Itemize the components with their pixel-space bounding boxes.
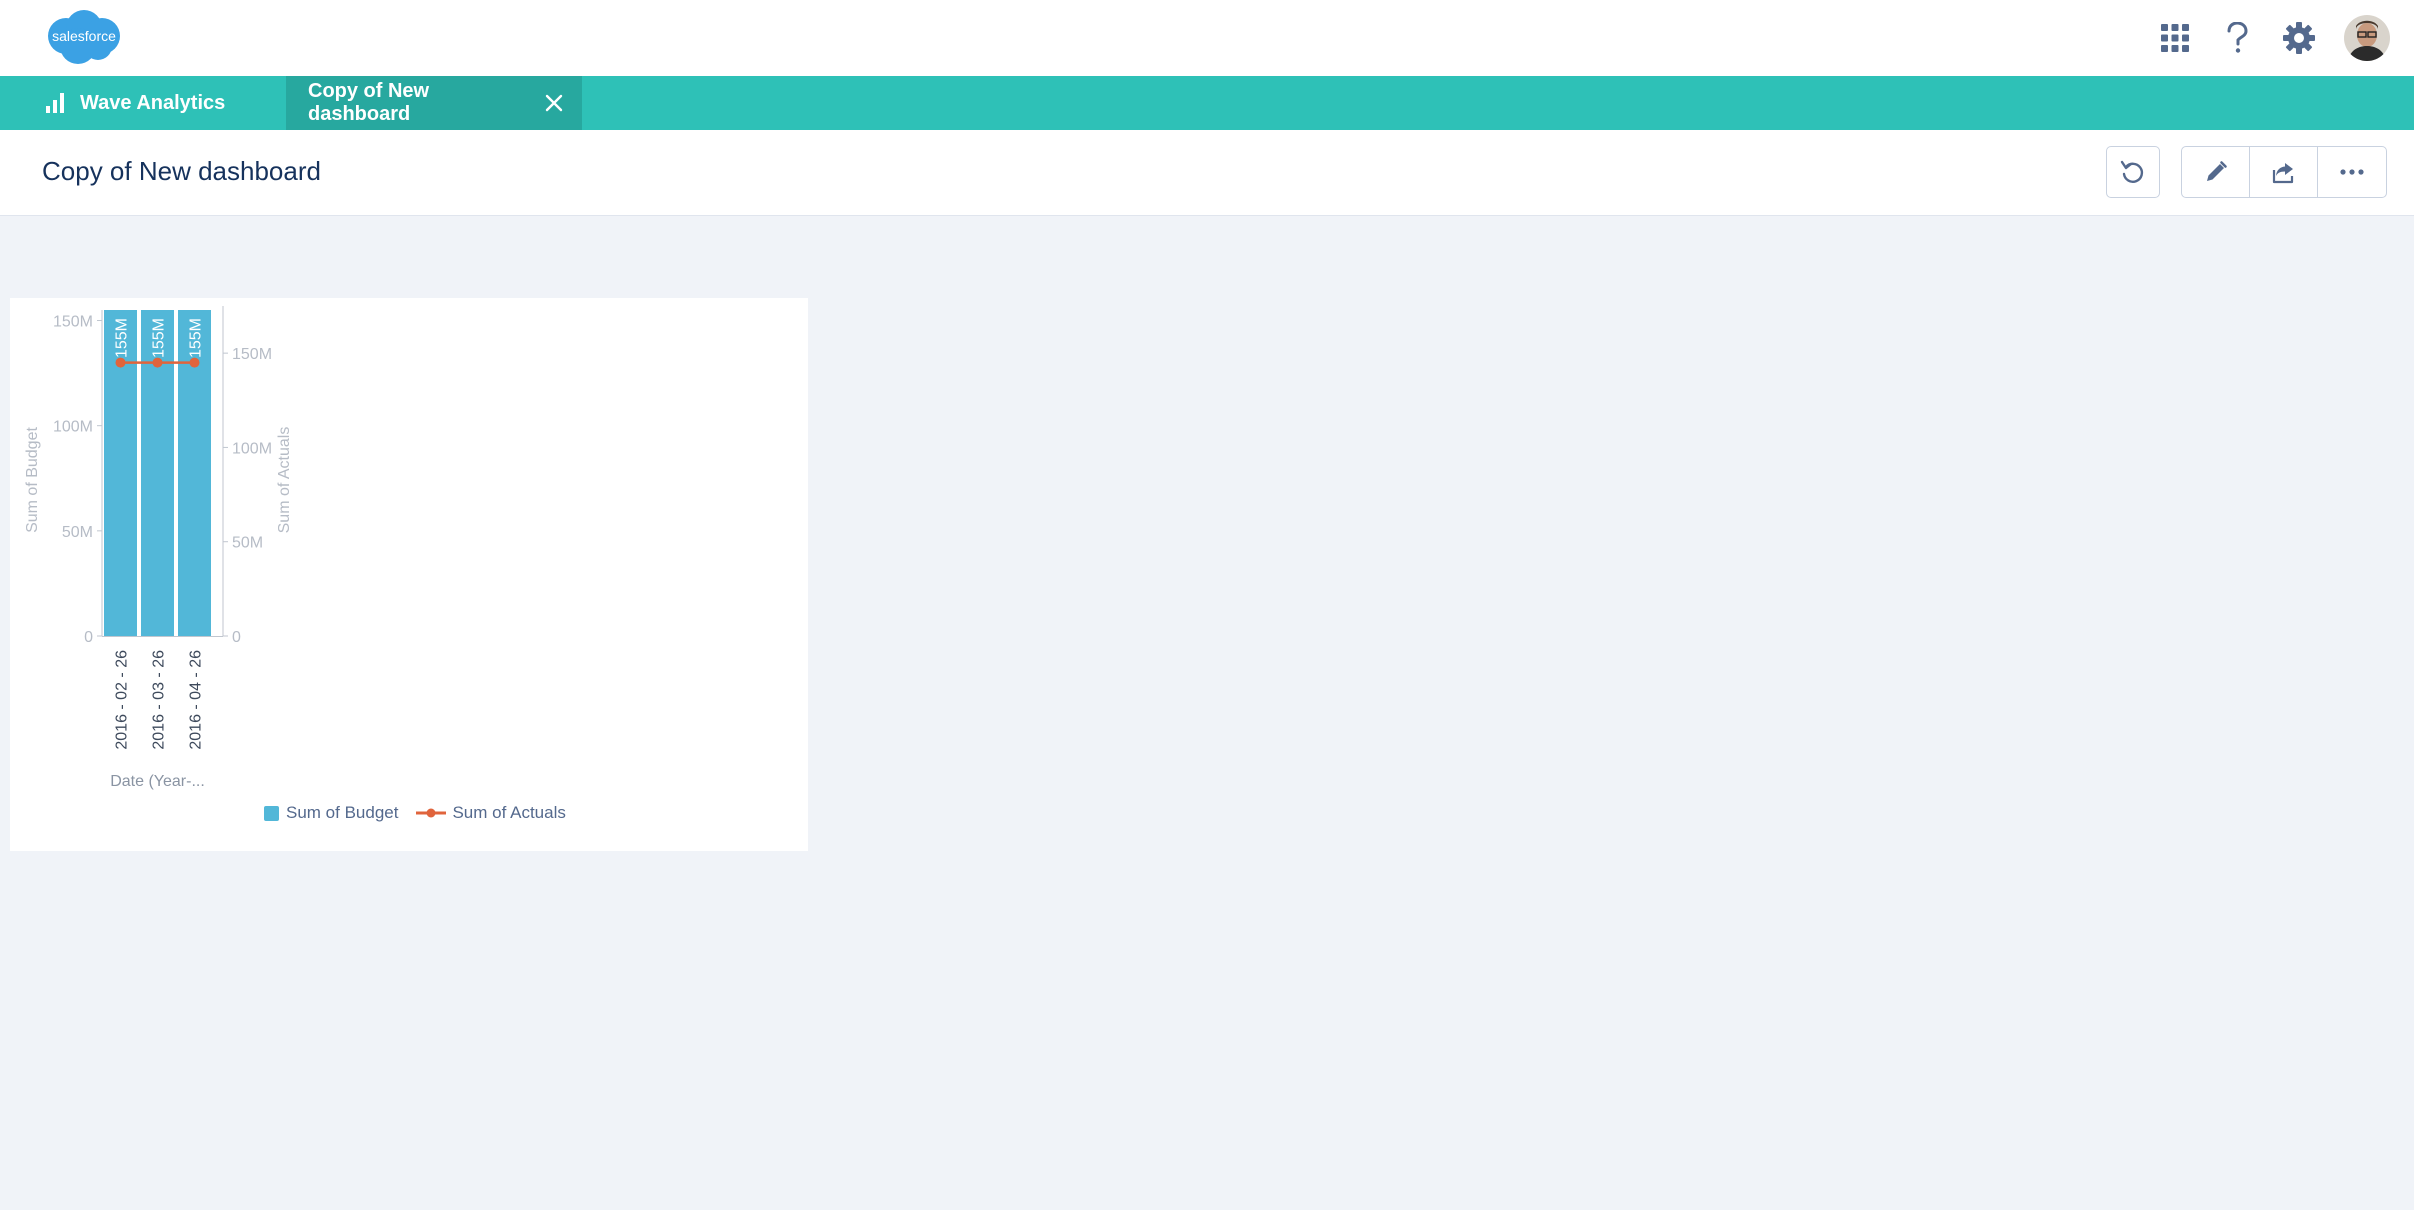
- undo-icon: [2120, 160, 2144, 183]
- x-axis-title: Date (Year-...: [110, 773, 205, 790]
- help-icon[interactable]: [2220, 21, 2254, 55]
- edit-button[interactable]: [2182, 147, 2250, 197]
- tab-wave-analytics[interactable]: Wave Analytics: [0, 76, 286, 130]
- legend-label-budget: Sum of Budget: [286, 803, 399, 822]
- point-actuals: [189, 357, 200, 368]
- ellipsis-icon: [2340, 169, 2364, 175]
- y-axis-left-title: Sum of Budget: [24, 427, 41, 533]
- user-avatar[interactable]: [2344, 15, 2390, 61]
- share-button[interactable]: [2250, 147, 2318, 197]
- undo-button[interactable]: [2106, 146, 2160, 198]
- y-right-tick-label: 100M: [232, 440, 272, 457]
- active-tab-label: Copy of New dashboard: [308, 80, 430, 125]
- y-right-tick-label: 50M: [232, 535, 263, 552]
- y-axis-right-title: Sum of Actuals: [276, 427, 293, 534]
- tab-wave-analytics-label: Wave Analytics: [80, 91, 226, 114]
- salesforce-logo[interactable]: salesforce: [40, 6, 128, 66]
- page-title: Copy of New dashboard: [42, 156, 321, 186]
- close-tab-icon[interactable]: [536, 85, 572, 121]
- dashboard-action-group: [2181, 146, 2387, 198]
- bar-chart-icon: [46, 93, 64, 113]
- y-left-tick-label: 100M: [53, 419, 93, 436]
- app-tab-bar: Wave Analytics Copy of New dashboard: [0, 76, 2414, 130]
- logo-text: salesforce: [52, 28, 116, 44]
- y-left-tick-label: 0: [84, 629, 93, 646]
- y-right-tick-label: 150M: [232, 346, 272, 363]
- chart-widget[interactable]: 0 50M 100M 150M Sum of Budget 0 50M 100M 150M Sum…: [10, 298, 808, 851]
- legend-swatch-actuals: [416, 807, 447, 819]
- dashboard-header: Copy of New dashboard: [0, 130, 2414, 216]
- chart-legend: Sum of Budget Sum of Actuals: [264, 803, 584, 823]
- share-icon: [2272, 163, 2293, 184]
- setup-gear-icon[interactable]: [2282, 21, 2316, 55]
- legend-label-actuals: Sum of Actuals: [452, 803, 566, 822]
- y-left-tick-label: 150M: [53, 314, 93, 331]
- x-tick-label: 2016 - 02 - 26: [114, 650, 131, 750]
- x-tick-label: 2016 - 03 - 26: [151, 650, 168, 750]
- point-actuals: [152, 357, 163, 368]
- bar-data-label: 155M: [114, 318, 131, 358]
- legend-item-budget[interactable]: Sum of Budget: [264, 803, 398, 823]
- bar-data-label: 155M: [188, 318, 205, 358]
- combo-chart: 0 50M 100M 150M Sum of Budget 0 50M 100M 150M Sum…: [24, 306, 293, 790]
- tab-copy-of-new-dashboard[interactable]: Copy of New dashboard: [286, 76, 582, 130]
- point-actuals: [115, 357, 126, 368]
- bar-data-label: 155M: [151, 318, 168, 358]
- app-launcher-icon[interactable]: [2158, 21, 2192, 55]
- legend-swatch-budget: [264, 805, 279, 821]
- legend-item-actuals[interactable]: Sum of Actuals: [416, 803, 566, 823]
- pencil-icon: [2206, 161, 2227, 181]
- x-tick-label: 2016 - 04 - 26: [188, 650, 205, 750]
- more-actions-button[interactable]: [2318, 147, 2386, 197]
- y-right-tick-label: 0: [232, 629, 241, 646]
- y-left-tick-label: 50M: [62, 524, 93, 541]
- global-header: salesforce: [0, 0, 2414, 76]
